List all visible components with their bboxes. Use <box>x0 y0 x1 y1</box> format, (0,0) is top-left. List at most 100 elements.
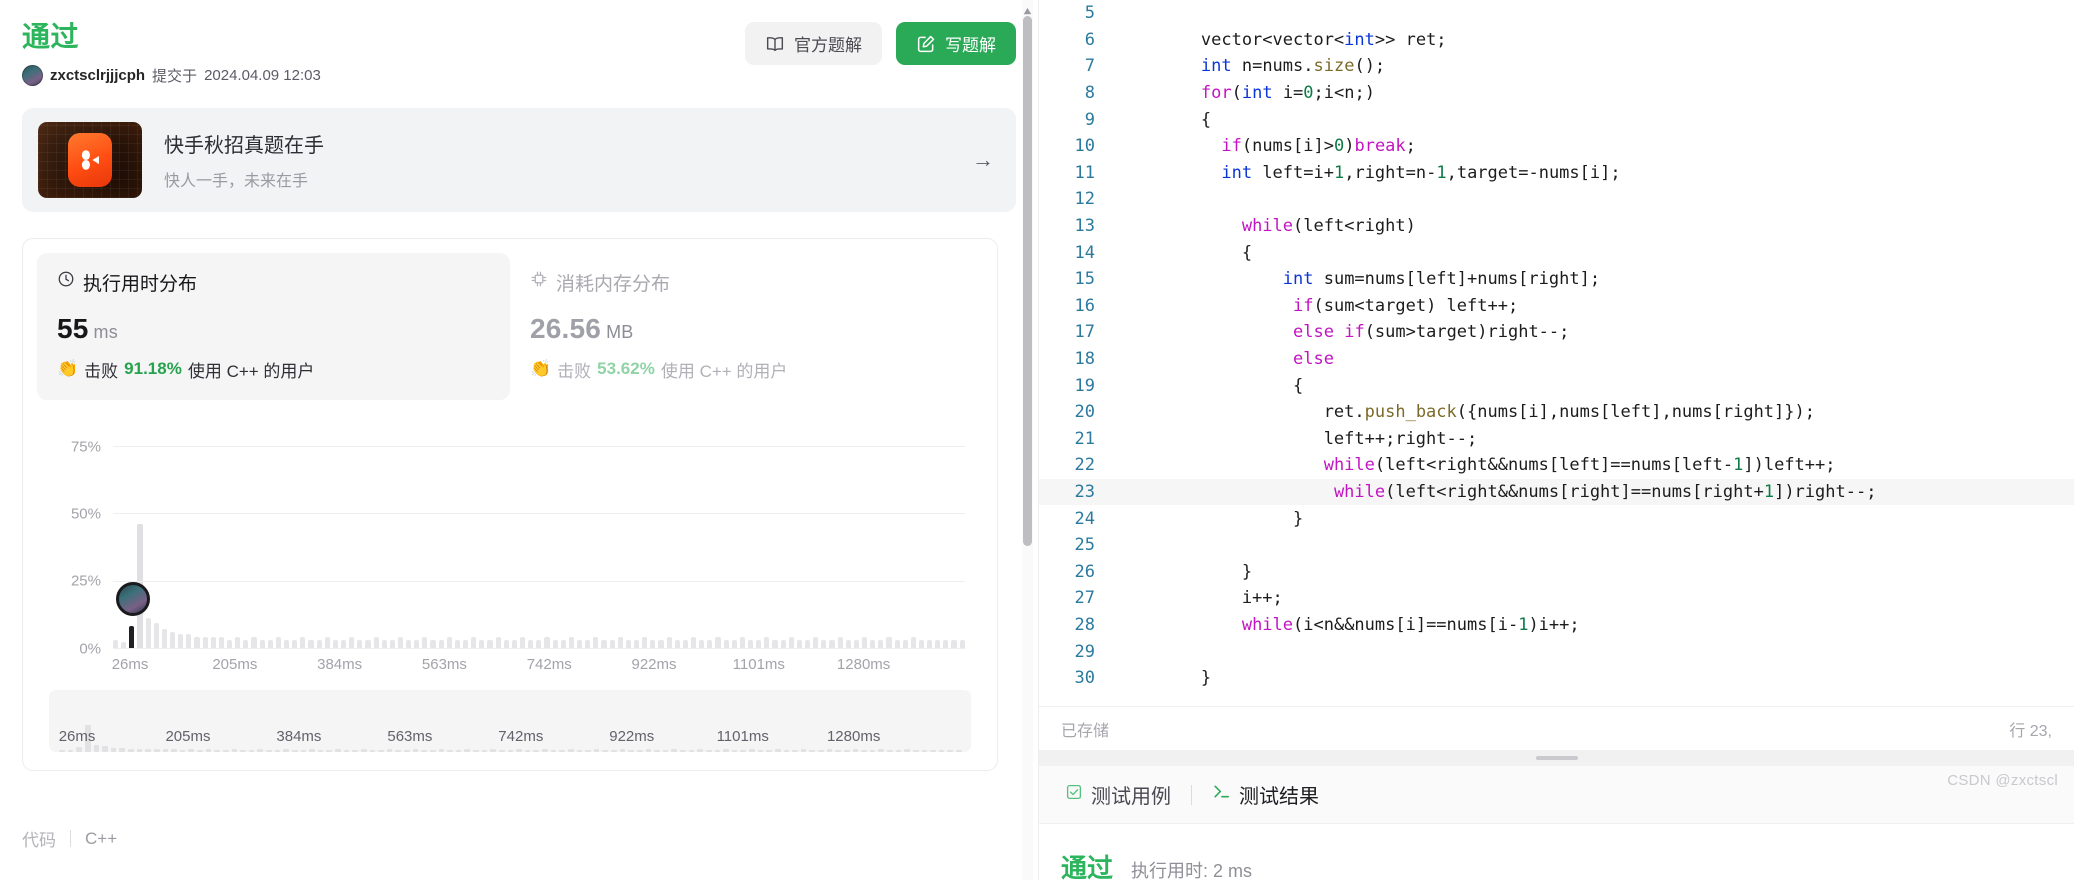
chart-bar[interactable] <box>886 636 892 648</box>
chart-bar[interactable] <box>340 639 347 648</box>
line-source[interactable] <box>1115 532 2074 559</box>
chart-bar[interactable] <box>300 636 306 648</box>
chart-bar[interactable] <box>747 639 754 648</box>
code-line[interactable]: 7 int n=nums.size(); <box>1039 53 2074 80</box>
chart-bar[interactable] <box>617 636 623 648</box>
chart-bar[interactable] <box>796 639 802 648</box>
chart-bar[interactable] <box>674 639 680 648</box>
chart-bar[interactable] <box>332 639 338 648</box>
code-editor[interactable]: 5 6 vector<vector<int>> ret; 7 int n=nums… <box>1039 0 2074 706</box>
chart-bar[interactable] <box>690 636 697 648</box>
line-source[interactable]: } <box>1115 505 2074 532</box>
chart-bar[interactable] <box>275 636 281 648</box>
scrollbar-thumb[interactable] <box>1023 16 1032 546</box>
chart-bar[interactable] <box>169 631 176 648</box>
line-source[interactable]: for(int i=0;i<n;) <box>1115 80 2074 107</box>
chart-bar[interactable] <box>316 639 322 648</box>
chart-bar[interactable] <box>780 639 786 648</box>
chart-bar[interactable] <box>528 639 534 648</box>
chart-bar[interactable] <box>113 639 119 648</box>
chart-bar[interactable] <box>593 636 599 648</box>
line-source[interactable]: while(left<right&&nums[left]==nums[left-… <box>1115 452 2074 479</box>
chart-bar[interactable] <box>829 639 835 648</box>
line-source[interactable] <box>1115 0 2074 27</box>
chart-bar[interactable] <box>772 639 778 648</box>
chart-bar[interactable] <box>365 639 371 648</box>
chart-bar[interactable] <box>813 636 819 648</box>
chart-bar[interactable] <box>503 639 509 648</box>
left-pane-scrollbar[interactable] <box>1022 0 1033 880</box>
code-line[interactable]: 28 while(i<n&&nums[i]==nums[i-1)i++; <box>1039 612 2074 639</box>
chart-bar[interactable] <box>381 639 387 648</box>
chart-bar[interactable] <box>373 636 379 648</box>
chart-bar[interactable] <box>699 639 705 648</box>
line-source[interactable]: else <box>1115 346 2074 373</box>
chart-bar[interactable] <box>634 639 640 648</box>
chart-bar[interactable] <box>731 639 737 648</box>
chart-bar[interactable] <box>324 636 330 648</box>
chart-bar[interactable] <box>536 639 542 648</box>
chart-bar[interactable] <box>601 639 607 648</box>
promo-arrow-icon[interactable]: → <box>972 147 994 173</box>
line-source[interactable]: vector<vector<int>> ret; <box>1115 27 2074 54</box>
chart-bar[interactable] <box>202 636 208 648</box>
chart-bar[interactable] <box>723 639 729 648</box>
line-source[interactable]: { <box>1115 106 2074 133</box>
code-line[interactable]: 14 { <box>1039 239 2074 266</box>
chart-bar[interactable] <box>153 623 159 648</box>
chart-bar[interactable] <box>389 639 395 648</box>
line-source[interactable]: while(left<right&&nums[right]==nums[righ… <box>1115 478 2074 506</box>
chart-bar[interactable] <box>292 639 298 648</box>
chart-bar[interactable] <box>397 636 404 648</box>
chart-bar[interactable] <box>479 639 485 648</box>
line-source[interactable]: int n=nums.size(); <box>1115 53 2074 80</box>
code-line[interactable]: 23 while(left<right&&nums[right]==nums[r… <box>1039 478 2074 506</box>
code-line[interactable]: 13 while(left<right) <box>1039 213 2074 240</box>
official-solution-button[interactable]: 官方题解 <box>745 22 882 65</box>
chart-bar[interactable] <box>406 639 412 648</box>
code-line[interactable]: 5 <box>1039 0 2074 27</box>
code-line[interactable]: 19 { <box>1039 372 2074 399</box>
chart-bar[interactable] <box>283 639 290 648</box>
chart-bar[interactable] <box>349 636 355 648</box>
scroll-up-arrow-icon[interactable] <box>1023 3 1032 15</box>
chart-bar[interactable] <box>764 636 770 648</box>
code-line[interactable]: 17 else if(sum>target)right--; <box>1039 319 2074 346</box>
code-line[interactable]: 9 { <box>1039 106 2074 133</box>
chart-bar[interactable] <box>226 639 233 648</box>
chart-bar[interactable] <box>910 636 916 648</box>
write-solution-button[interactable]: 写题解 <box>896 22 1016 65</box>
chart-bar[interactable] <box>568 636 575 648</box>
chart-bar[interactable] <box>194 636 200 648</box>
code-line[interactable]: 30 } <box>1039 665 2074 692</box>
panel-resize-handle[interactable] <box>1039 750 2074 766</box>
line-source[interactable]: ret.push_back({nums[i],nums[left],nums[r… <box>1115 399 2074 426</box>
chart-bar[interactable] <box>861 636 868 648</box>
chart-bar[interactable] <box>943 639 949 648</box>
line-source[interactable]: { <box>1115 372 2074 399</box>
chart-bar[interactable] <box>756 639 762 648</box>
line-source[interactable]: } <box>1115 665 2074 692</box>
chart-bar[interactable] <box>186 634 192 648</box>
code-line[interactable]: 12 <box>1039 186 2074 213</box>
chart-bar[interactable] <box>471 636 477 648</box>
chart-bar[interactable] <box>243 639 249 648</box>
code-line[interactable]: 18 else <box>1039 346 2074 373</box>
chart-bar[interactable] <box>585 639 591 648</box>
code-line[interactable]: 20 ret.push_back({nums[i],nums[left],num… <box>1039 399 2074 426</box>
line-source[interactable]: i++; <box>1115 585 2074 612</box>
chart-bar[interactable] <box>650 639 656 648</box>
chart-bar[interactable] <box>267 639 273 648</box>
chart-bar[interactable] <box>454 639 461 648</box>
chart-bar[interactable] <box>145 618 151 648</box>
chart-bar[interactable] <box>894 639 900 648</box>
chart-bar[interactable] <box>357 639 363 648</box>
line-source[interactable]: int left=i+1,right=n-1,target=-nums[i]; <box>1115 160 2074 187</box>
chart-bar[interactable] <box>837 636 843 648</box>
chart-bar[interactable] <box>235 636 241 648</box>
chart-bar[interactable] <box>422 636 428 648</box>
line-source[interactable]: if(nums[i]>0)break; <box>1115 133 2074 160</box>
tab-runtime-distribution[interactable]: 执行用时分布 55 ms 👏 击败 91.18% 使用 C++ 的用户 <box>37 252 510 400</box>
chart-bar[interactable] <box>739 636 745 648</box>
line-source[interactable]: while(left<right) <box>1115 213 2074 240</box>
